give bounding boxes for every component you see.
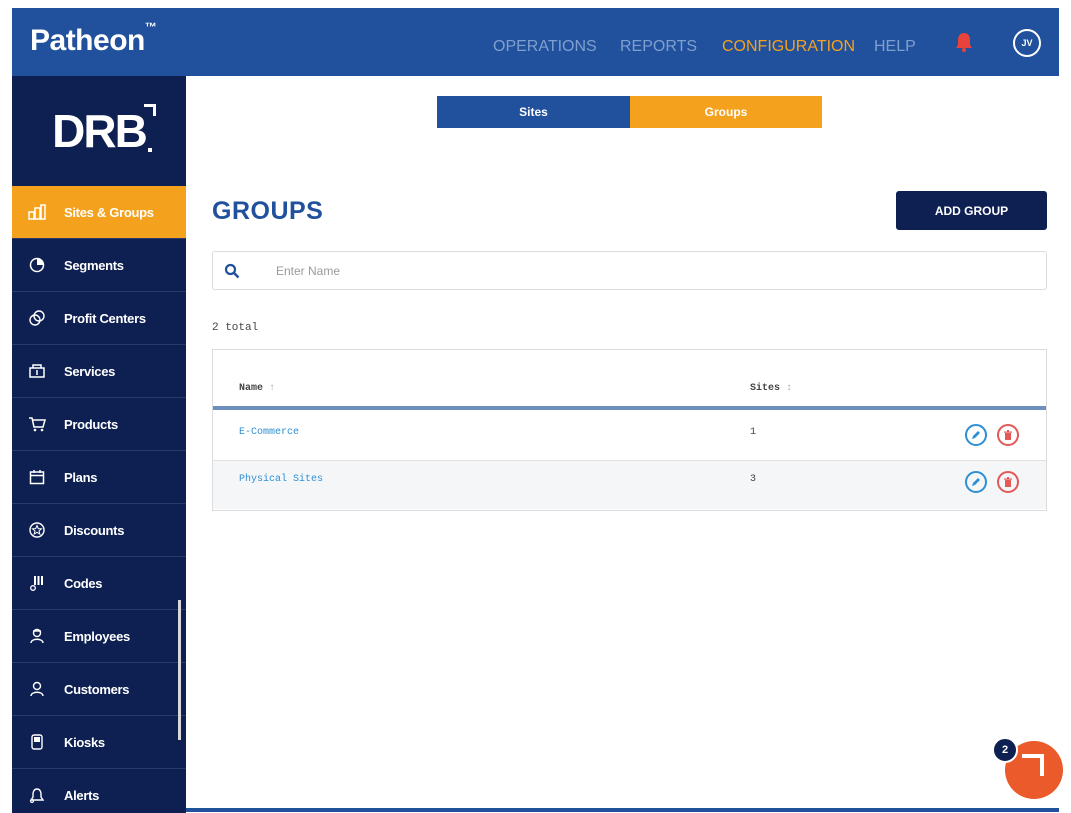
- nav-help[interactable]: HELP: [874, 38, 916, 56]
- cart-icon: [28, 415, 46, 433]
- sidebar-item-services[interactable]: Services: [12, 345, 186, 398]
- group-sites-count: 1: [750, 427, 757, 438]
- trash-icon: [1004, 429, 1012, 440]
- services-icon: [28, 362, 46, 380]
- sidebar-item-label: Services: [64, 363, 116, 379]
- sidebar-item-label: Plans: [64, 469, 98, 485]
- sort-icon: ↕: [786, 383, 793, 394]
- search-box: [212, 251, 1047, 290]
- sidebar-item-segments[interactable]: Segments: [12, 239, 186, 292]
- sidebar-item-plans[interactable]: Plans: [12, 451, 186, 504]
- group-name-link[interactable]: E-Commerce: [239, 427, 299, 438]
- bottom-border: [186, 808, 1059, 812]
- sidebar-item-kiosks[interactable]: Kiosks: [12, 716, 186, 769]
- pencil-icon: [972, 478, 980, 486]
- nav-reports[interactable]: REPORTS: [620, 38, 697, 56]
- top-bar: Patheon™ OPERATIONS REPORTS CONFIGURATIO…: [12, 8, 1059, 76]
- sites-groups-icon: [28, 203, 46, 221]
- table-row: Physical Sites 3: [213, 461, 1046, 509]
- pie-chart-icon: [28, 256, 46, 274]
- sidebar-item-employees[interactable]: Employees: [12, 610, 186, 663]
- chat-icon: [1022, 754, 1044, 776]
- page-title: GROUPS: [212, 197, 324, 225]
- employee-icon: [28, 627, 46, 645]
- edit-button[interactable]: [965, 471, 987, 493]
- brand-logo: DRB: [12, 76, 186, 186]
- chat-notification-badge: 2: [992, 737, 1018, 763]
- sidebar-item-label: Profit Centers: [64, 310, 146, 326]
- sidebar-item-label: Segments: [64, 257, 124, 273]
- sidebar-item-profit-centers[interactable]: Profit Centers: [12, 292, 186, 345]
- sidebar-item-products[interactable]: Products: [12, 398, 186, 451]
- column-header-name[interactable]: Name ↑: [239, 383, 275, 394]
- groups-table: Name ↑ Sites ↕ E-Commerce 1 Physical Sit…: [212, 349, 1047, 511]
- group-sites-count: 3: [750, 474, 757, 485]
- kiosk-icon: [28, 733, 46, 751]
- sidebar-item-customers[interactable]: Customers: [12, 663, 186, 716]
- patheon-logo[interactable]: Patheon™: [30, 20, 157, 58]
- delete-button[interactable]: [997, 424, 1019, 446]
- column-header-sites[interactable]: Sites ↕: [750, 383, 792, 394]
- sidebar: DRB Sites & Groups Segments Profit Cente…: [12, 76, 186, 813]
- table-header: Name ↑ Sites ↕: [213, 350, 1046, 410]
- tab-groups[interactable]: Groups: [630, 96, 822, 128]
- total-count: 2 total: [212, 322, 259, 334]
- sidebar-item-codes[interactable]: Codes: [12, 557, 186, 610]
- calendar-icon: [28, 468, 46, 486]
- search-icon: [224, 263, 240, 278]
- sidebar-item-label: Codes: [64, 575, 103, 591]
- sidebar-item-alerts[interactable]: Alerts: [12, 769, 186, 813]
- sidebar-item-label: Employees: [64, 628, 130, 644]
- brand-text: DRB: [52, 105, 148, 157]
- table-row: E-Commerce 1: [213, 414, 1046, 461]
- sidebar-item-label: Alerts: [64, 787, 100, 803]
- sidebar-item-discounts[interactable]: Discounts: [12, 504, 186, 557]
- tab-sites[interactable]: Sites: [437, 96, 630, 128]
- customer-icon: [28, 680, 46, 698]
- group-name-link[interactable]: Physical Sites: [239, 474, 323, 485]
- sidebar-scrollbar[interactable]: [178, 600, 181, 740]
- nav-operations[interactable]: OPERATIONS: [493, 38, 597, 56]
- codes-icon: [28, 574, 46, 592]
- sidebar-item-sites-groups[interactable]: Sites & Groups: [12, 186, 186, 239]
- sidebar-item-label: Products: [64, 416, 118, 432]
- sort-asc-icon: ↑: [269, 383, 276, 394]
- user-avatar[interactable]: JV: [1013, 29, 1041, 57]
- search-input[interactable]: [276, 263, 876, 278]
- bell-icon[interactable]: [955, 32, 973, 52]
- delete-button[interactable]: [997, 471, 1019, 493]
- pencil-icon: [972, 431, 980, 439]
- trash-icon: [1004, 476, 1012, 487]
- sidebar-item-label: Kiosks: [64, 734, 105, 750]
- alert-icon: [28, 786, 46, 804]
- star-badge-icon: [28, 521, 46, 539]
- profit-centers-icon: [28, 309, 46, 327]
- add-group-button[interactable]: ADD GROUP: [896, 191, 1047, 230]
- sidebar-item-label: Customers: [64, 681, 130, 697]
- edit-button[interactable]: [965, 424, 987, 446]
- sidebar-item-label: Discounts: [64, 522, 125, 538]
- sidebar-item-label: Sites & Groups: [64, 204, 154, 220]
- nav-configuration[interactable]: CONFIGURATION: [722, 38, 855, 56]
